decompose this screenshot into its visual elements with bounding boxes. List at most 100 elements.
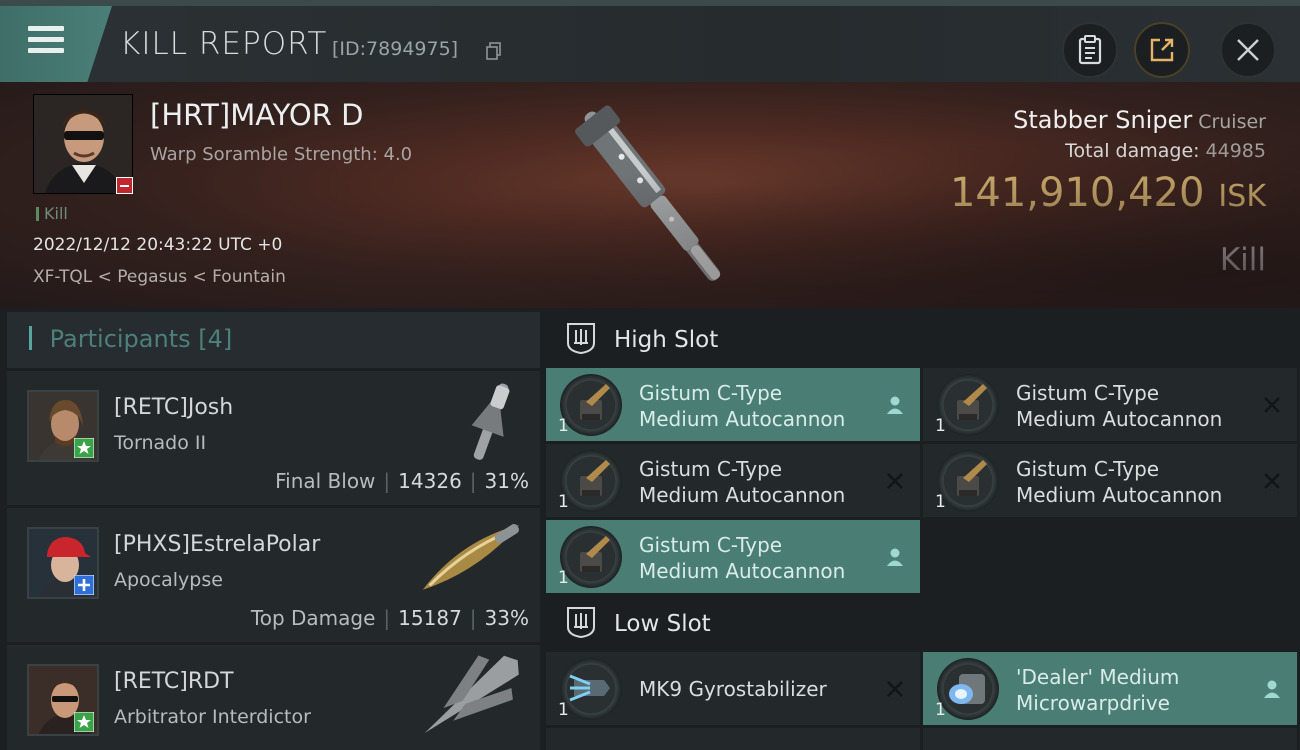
stat-percent: 33% <box>484 606 529 630</box>
participants-panel: Participants [4] [RETC]Josh Tornado II F… <box>7 312 540 750</box>
participant-row[interactable]: [PHXS]EstrelaPolar Apocalypse Top Damage… <box>7 508 540 642</box>
destroyed-x-icon <box>887 681 903 697</box>
menu-button[interactable] <box>0 6 112 82</box>
share-icon <box>1150 38 1174 62</box>
participant-ship-image <box>424 655 519 733</box>
top-bar: KILL REPORT [ID:7894975] <box>0 0 1300 82</box>
participants-header: Participants [4] <box>7 312 540 368</box>
close-button[interactable] <box>1220 22 1276 78</box>
low-slot-header: Low Slot <box>546 596 1300 652</box>
high-slot-header: High Slot <box>546 312 1300 368</box>
total-damage: Total damage: 44985 <box>1065 140 1266 162</box>
dropped-person-icon <box>887 396 903 414</box>
module-item-partial[interactable] <box>546 728 920 750</box>
autocannon-icon <box>937 450 999 512</box>
victim-portrait[interactable] <box>33 94 133 194</box>
high-slot-icon <box>567 323 595 355</box>
pilot-portrait-image <box>34 95 132 193</box>
module-qty: 1 <box>558 416 569 436</box>
isk-value: 141,910,420 ISK <box>950 170 1266 216</box>
total-damage-label: Total damage: <box>1065 140 1200 162</box>
copy-icon[interactable] <box>486 42 502 60</box>
kill-tag: Kill <box>36 204 68 223</box>
module-name: MK9 Gyrostabilizer <box>639 677 827 701</box>
participant-ship: Arbitrator Interdictor <box>114 706 311 728</box>
report-id: [ID:7894975] <box>332 38 459 60</box>
participant-name[interactable]: [RETC]RDT <box>114 669 234 694</box>
low-slot-title: Low Slot <box>614 611 711 637</box>
autocannon-icon <box>560 374 622 436</box>
module-qty: 1 <box>558 700 569 720</box>
clipboard-icon <box>1078 35 1102 65</box>
module-qty: 1 <box>558 568 569 588</box>
participant-stats: Top Damage | 15187 | 33% <box>250 606 529 630</box>
victim-subline: Warp Soramble Strength: 4.0 <box>150 144 413 165</box>
module-item-partial[interactable] <box>923 728 1297 750</box>
participant-row[interactable]: [RETC]Josh Tornado II Final Blow | 14326 | 3… <box>7 371 540 505</box>
participant-ship-image <box>422 524 520 590</box>
module-item[interactable]: 1 'Dealer' Medium Microwarpdrive <box>923 652 1297 725</box>
page-title: KILL REPORT <box>120 26 328 62</box>
share-button[interactable] <box>1134 22 1190 78</box>
stat-label: Final Blow <box>275 469 376 493</box>
total-damage-value: 44985 <box>1205 140 1266 162</box>
module-item[interactable]: 1 MK9 Gyrostabilizer <box>546 652 920 725</box>
ship-class-text: Cruiser <box>1198 111 1266 133</box>
destroyed-x-icon <box>887 473 903 489</box>
stat-damage: 14326 <box>398 469 462 493</box>
participant-ship: Apocalypse <box>114 569 223 591</box>
autocannon-icon <box>560 450 622 512</box>
module-name: Gistum C-Type Medium Autocannon <box>639 533 846 583</box>
high-slot-grid: 1 Gistum C-Type Medium Autocannon 1 Gistu… <box>546 368 1300 596</box>
corp-star-icon <box>74 712 94 732</box>
module-name: Gistum C-Type Medium Autocannon <box>639 381 846 431</box>
autocannon-icon <box>937 374 999 436</box>
close-icon <box>1237 39 1259 61</box>
stat-percent: 31% <box>484 469 529 493</box>
module-name: Gistum C-Type Medium Autocannon <box>1016 381 1223 431</box>
module-item[interactable]: 1 Gistum C-Type Medium Autocannon <box>546 368 920 441</box>
participant-name[interactable]: [RETC]Josh <box>114 395 233 420</box>
participant-ship: Tornado II <box>114 432 207 454</box>
destroyed-x-icon <box>1264 473 1280 489</box>
participant-ship-image <box>471 383 510 460</box>
module-item[interactable]: 1 Gistum C-Type Medium Autocannon <box>923 444 1297 517</box>
autocannon-icon <box>560 526 622 588</box>
corp-plus-icon <box>74 575 94 595</box>
destroyed-x-icon <box>1264 397 1280 413</box>
fitting-panel: High Slot 1 Gistum C-Type Medium Autocann… <box>546 312 1300 750</box>
microwarpdrive-icon <box>937 658 999 720</box>
module-qty: 1 <box>935 416 946 436</box>
result-label: Kill <box>1219 242 1266 278</box>
participant-stats: Final Blow | 14326 | 31% <box>275 469 529 493</box>
kill-timestamp: 2022/12/12 20:43:22 UTC +0 <box>33 235 283 255</box>
module-qty: 1 <box>935 700 946 720</box>
victim-ship-name[interactable]: Stabber Sniper Cruiser <box>1013 106 1266 134</box>
victim-ship-image[interactable] <box>540 88 760 308</box>
stat-label: Top Damage <box>250 606 376 630</box>
high-slot-title: High Slot <box>614 327 719 353</box>
module-qty: 1 <box>558 492 569 512</box>
module-name: Gistum C-Type Medium Autocannon <box>1016 457 1223 507</box>
module-name: Gistum C-Type Medium Autocannon <box>639 457 846 507</box>
gyrostabilizer-icon <box>560 658 622 720</box>
module-item[interactable]: 1 Gistum C-Type Medium Autocannon <box>923 368 1297 441</box>
dropped-person-icon <box>887 548 903 566</box>
participant-row[interactable]: [RETC]RDT Arbitrator Interdictor <box>7 645 540 750</box>
hamburger-icon <box>28 26 64 59</box>
low-slot-icon <box>567 607 595 639</box>
dropped-person-icon <box>1264 680 1280 698</box>
module-item[interactable]: 1 Gistum C-Type Medium Autocannon <box>546 444 920 517</box>
ship-name-text: Stabber Sniper <box>1013 106 1193 134</box>
loss-badge-icon <box>116 177 133 194</box>
module-qty: 1 <box>935 492 946 512</box>
low-slot-grid: 1 MK9 Gyrostabilizer 1 'Dealer' Medium Mi… <box>546 652 1300 750</box>
victim-banner: [HRT]MAYOR D Warp Soramble Strength: 4.0… <box>0 82 1300 308</box>
module-item[interactable]: 1 Gistum C-Type Medium Autocannon <box>546 520 920 593</box>
clipboard-button[interactable] <box>1062 22 1118 78</box>
isk-unit: ISK <box>1218 179 1266 214</box>
participant-name[interactable]: [PHXS]EstrelaPolar <box>114 532 320 557</box>
kill-location[interactable]: XF-TQL < Pegasus < Fountain <box>33 267 286 287</box>
victim-name[interactable]: [HRT]MAYOR D <box>150 98 363 132</box>
corp-star-icon <box>74 438 94 458</box>
